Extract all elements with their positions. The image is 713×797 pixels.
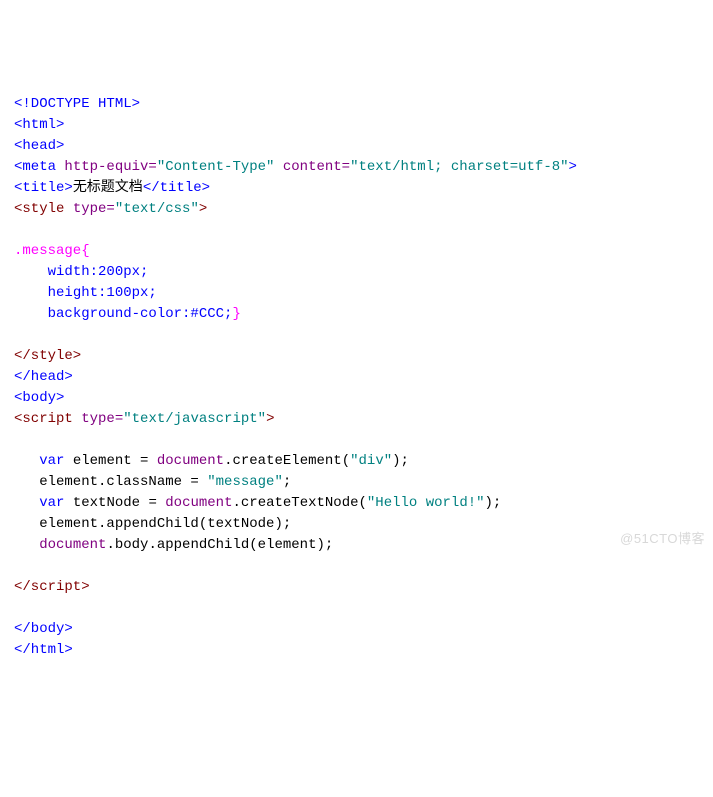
code-line: element.appendChild(textNode); <box>14 514 699 535</box>
code-token: textNode = <box>64 495 165 511</box>
code-token: height:100px; <box>48 285 157 301</box>
code-line: <!DOCTYPE HTML> <box>14 94 699 115</box>
code-line: </body> <box>14 619 699 640</box>
code-token: document <box>157 453 224 469</box>
code-line <box>14 598 699 619</box>
code-line: <style type="text/css"> <box>14 199 699 220</box>
code-token: <style <box>14 201 73 217</box>
code-line: <head> <box>14 136 699 157</box>
code-line: <body> <box>14 388 699 409</box>
code-token: var <box>39 495 64 511</box>
code-token: <html> <box>14 117 64 133</box>
code-token: element = <box>64 453 156 469</box>
code-line <box>14 556 699 577</box>
code-token: width:200px; <box>48 264 149 280</box>
code-line: <html> <box>14 115 699 136</box>
code-token: "text/javascript" <box>123 411 266 427</box>
code-token: .createTextNode( <box>232 495 366 511</box>
code-token: http-equiv= <box>64 159 156 175</box>
code-token <box>14 264 48 280</box>
code-line: element.className = "message"; <box>14 472 699 493</box>
code-token: ); <box>485 495 502 511</box>
code-token: > <box>199 201 207 217</box>
code-token: <meta <box>14 159 56 175</box>
code-token: "text/css" <box>115 201 199 217</box>
code-token: element.className = <box>14 474 207 490</box>
code-token: </html> <box>14 642 73 658</box>
code-token: <body> <box>14 390 64 406</box>
watermark: @51CTO博客 <box>620 529 705 549</box>
code-line: height:100px; <box>14 283 699 304</box>
code-token: "Hello world!" <box>367 495 485 511</box>
code-line: <script type="text/javascript"> <box>14 409 699 430</box>
code-token: ; <box>283 474 291 490</box>
code-line: </head> <box>14 367 699 388</box>
code-token: .body.appendChild(element); <box>106 537 333 553</box>
code-line: document.body.appendChild(element); <box>14 535 699 556</box>
code-token <box>14 495 39 511</box>
code-token: </body> <box>14 621 73 637</box>
code-token: } <box>232 306 240 322</box>
code-token: type= <box>73 201 115 217</box>
code-token <box>274 159 282 175</box>
code-token: </head> <box>14 369 73 385</box>
code-token: <head> <box>14 138 64 154</box>
code-token: > <box>266 411 274 427</box>
code-line: </script> <box>14 577 699 598</box>
code-line: <meta http-equiv="Content-Type" content=… <box>14 157 699 178</box>
code-token: content= <box>283 159 350 175</box>
code-token: var <box>39 453 64 469</box>
code-line: </style> <box>14 346 699 367</box>
code-line: var element = document.createElement("di… <box>14 451 699 472</box>
code-token: "Content-Type" <box>157 159 275 175</box>
code-token: <title> <box>14 180 73 196</box>
code-token: "message" <box>207 474 283 490</box>
code-line <box>14 220 699 241</box>
code-token: > <box>569 159 577 175</box>
code-token: document <box>39 537 106 553</box>
code-token <box>14 285 48 301</box>
code-block: <!DOCTYPE HTML> <html> <head> <meta http-eq… <box>14 94 699 661</box>
code-token: element.appendChild(textNode); <box>14 516 291 532</box>
code-token <box>14 306 48 322</box>
code-token: </script> <box>14 579 90 595</box>
code-token: ); <box>392 453 409 469</box>
code-token: <!DOCTYPE HTML> <box>14 96 140 112</box>
code-line: background-color:#CCC;} <box>14 304 699 325</box>
code-line <box>14 430 699 451</box>
code-token: "div" <box>350 453 392 469</box>
code-token <box>14 537 39 553</box>
code-line: </html> <box>14 640 699 661</box>
code-line: .message{ <box>14 241 699 262</box>
code-line: var textNode = document.createTextNode("… <box>14 493 699 514</box>
code-token: type= <box>81 411 123 427</box>
code-line: width:200px; <box>14 262 699 283</box>
code-token: </style> <box>14 348 81 364</box>
code-token <box>14 453 39 469</box>
code-token: .message{ <box>14 243 90 259</box>
code-token: 无标题文档 <box>73 180 143 196</box>
code-token: background-color:#CCC; <box>48 306 233 322</box>
code-token: <script <box>14 411 81 427</box>
code-token: </title> <box>143 180 210 196</box>
code-token: "text/html; charset=utf-8" <box>350 159 568 175</box>
code-token: document <box>165 495 232 511</box>
code-token: .createElement( <box>224 453 350 469</box>
code-line: <title>无标题文档</title> <box>14 178 699 199</box>
code-line <box>14 325 699 346</box>
